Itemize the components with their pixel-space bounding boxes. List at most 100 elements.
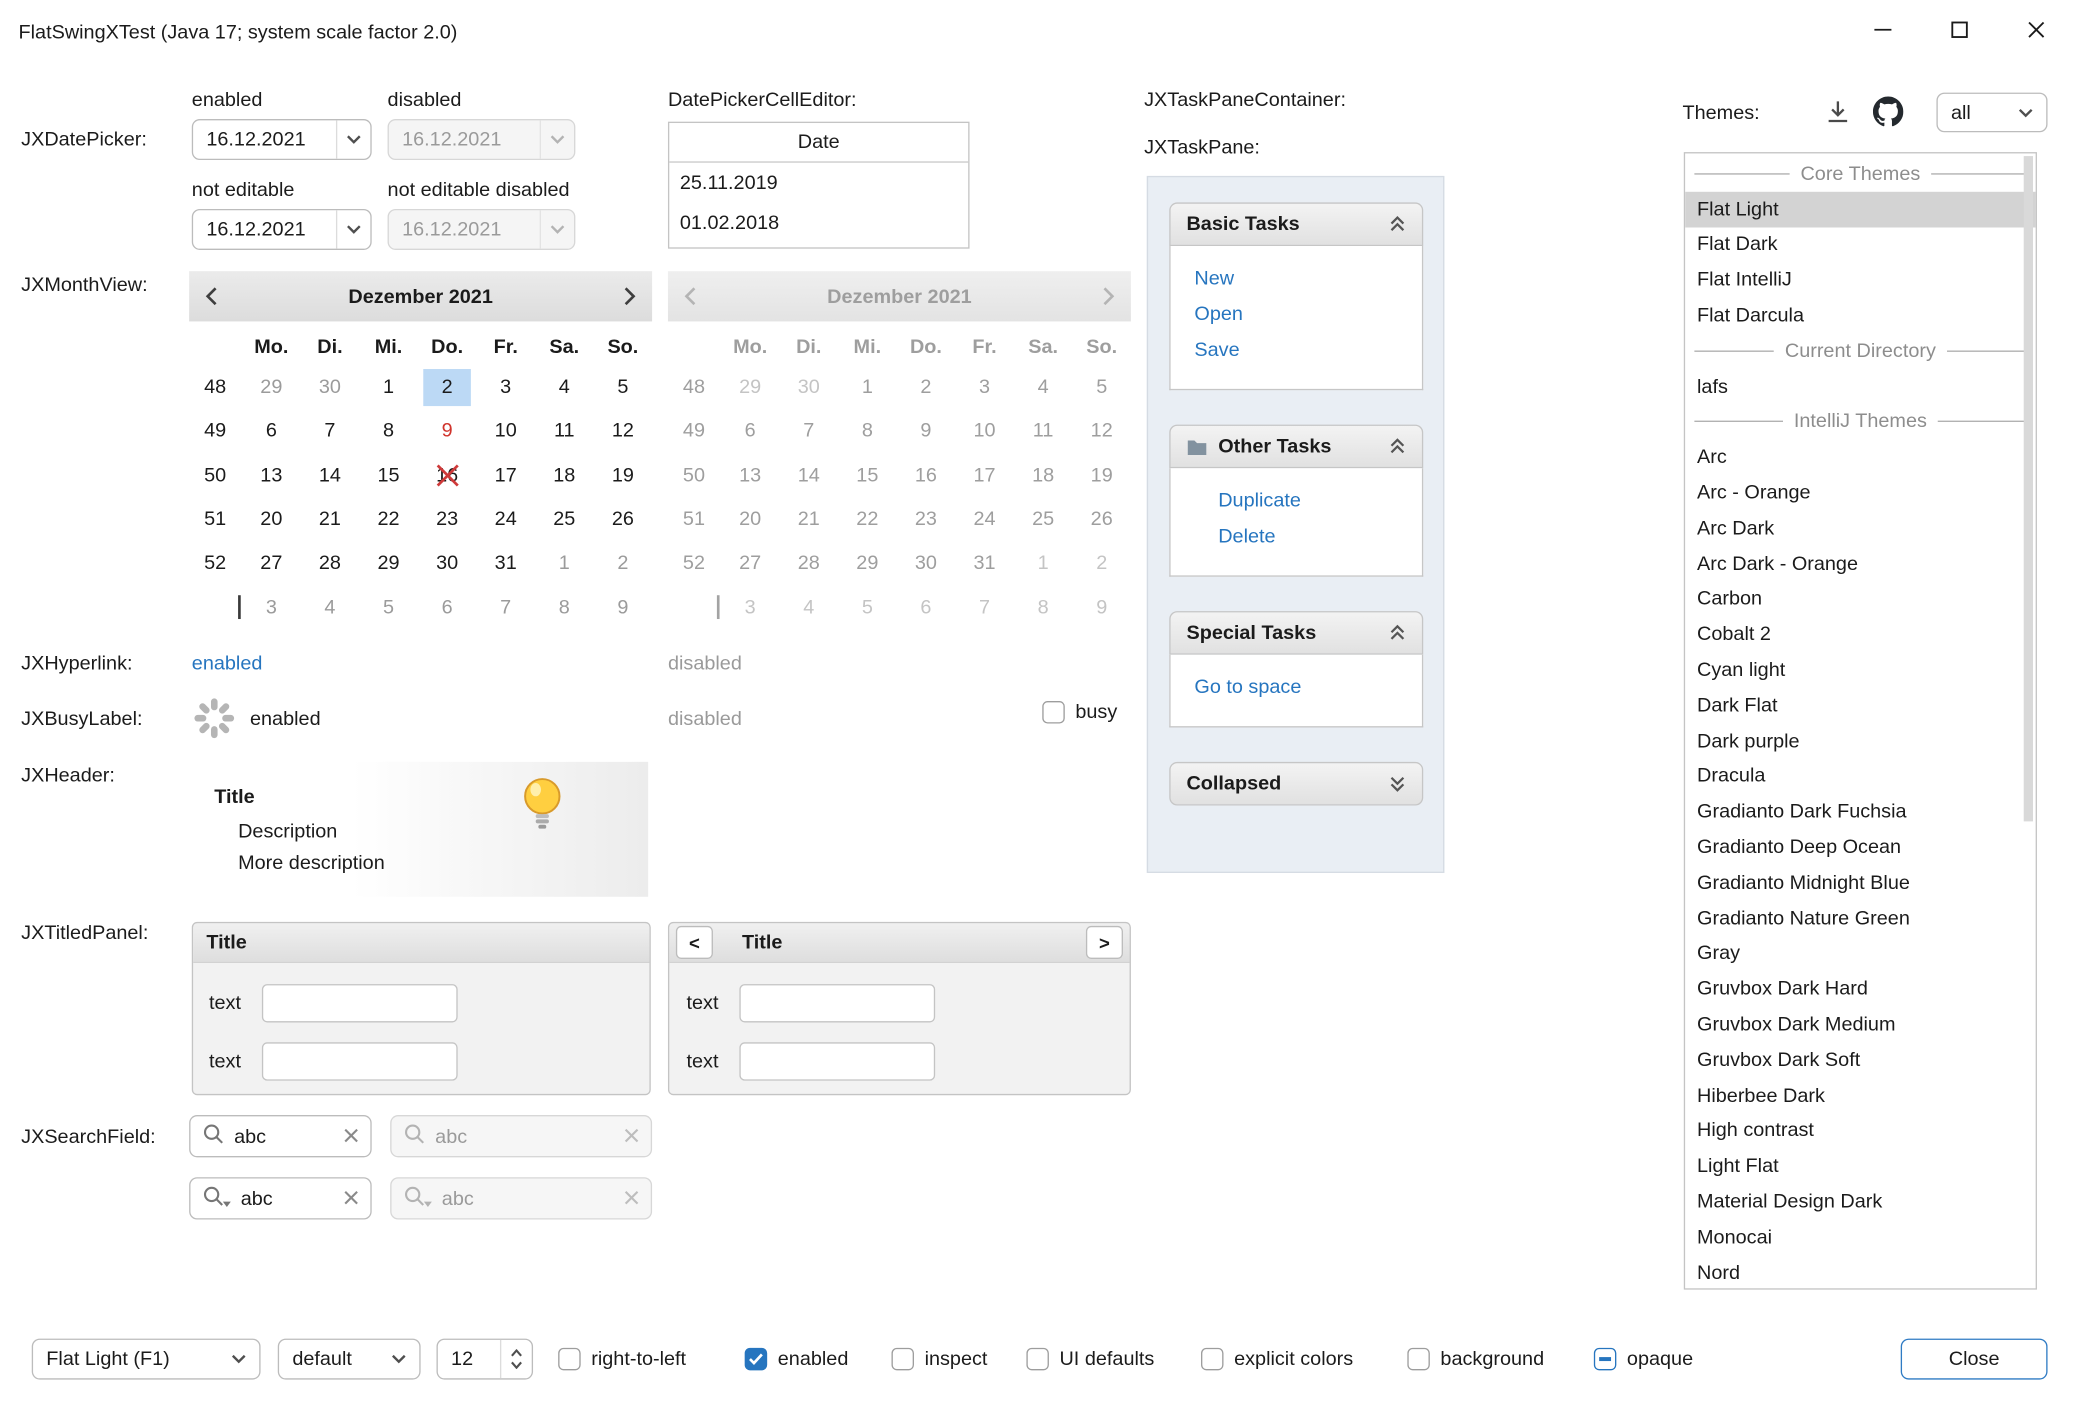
themes-filter-combo[interactable]: all bbox=[1936, 93, 2047, 133]
prev-month-button[interactable] bbox=[205, 286, 218, 307]
minimize-button[interactable] bbox=[1844, 0, 1921, 63]
spinner-down-icon[interactable] bbox=[511, 1361, 523, 1369]
taskpane-action-new[interactable]: New bbox=[1194, 261, 1422, 297]
theme-item-arc-dark-orange[interactable]: Arc Dark - Orange bbox=[1685, 546, 2036, 581]
day-cell[interactable]: 28 bbox=[301, 541, 360, 585]
hyperlink-enabled[interactable]: enabled bbox=[192, 652, 263, 674]
day-cell[interactable]: 18 bbox=[535, 453, 594, 497]
day-cell[interactable]: 10 bbox=[476, 409, 535, 453]
titled-panel-text-input[interactable] bbox=[739, 1042, 935, 1080]
date-column-header[interactable]: Date bbox=[669, 123, 968, 163]
search-field-with-menu-enabled[interactable] bbox=[189, 1177, 372, 1219]
maximize-button[interactable] bbox=[1921, 0, 1998, 63]
taskpane-header[interactable]: Special Tasks bbox=[1169, 611, 1423, 655]
day-cell[interactable]: 20 bbox=[242, 497, 301, 541]
busy-checkbox[interactable]: busy bbox=[1042, 701, 1117, 723]
theme-item-gruvbox-dark-soft[interactable]: Gruvbox Dark Soft bbox=[1685, 1042, 2036, 1077]
taskpane-action-save[interactable]: Save bbox=[1194, 332, 1422, 368]
theme-combo[interactable]: Flat Light (F1) bbox=[32, 1339, 261, 1380]
day-cell[interactable]: 25 bbox=[535, 497, 594, 541]
table-row[interactable]: 25.11.2019 bbox=[669, 163, 968, 203]
day-cell[interactable]: 1 bbox=[359, 365, 418, 409]
checkbox-box[interactable] bbox=[1407, 1348, 1429, 1370]
day-cell[interactable]: 14 bbox=[301, 453, 360, 497]
theme-item-flat-intellij[interactable]: Flat IntelliJ bbox=[1685, 262, 2036, 297]
theme-item-lafs[interactable]: lafs bbox=[1685, 369, 2036, 404]
taskpane-action-open[interactable]: Open bbox=[1194, 296, 1422, 332]
github-button[interactable] bbox=[1873, 97, 1903, 133]
theme-item-material-design-dark[interactable]: Material Design Dark bbox=[1685, 1184, 2036, 1219]
day-cell[interactable]: 29 bbox=[359, 541, 418, 585]
day-cell[interactable]: 1 bbox=[535, 541, 594, 585]
checkbox-right-to-left[interactable]: right-to-left bbox=[558, 1339, 686, 1380]
checkbox-ui-defaults[interactable]: UI defaults bbox=[1026, 1339, 1154, 1380]
day-cell[interactable]: 26 bbox=[594, 497, 653, 541]
checkbox-enabled[interactable]: enabled bbox=[745, 1339, 849, 1380]
day-cell[interactable]: 3 bbox=[242, 585, 301, 629]
checkbox-box[interactable] bbox=[1201, 1348, 1223, 1370]
day-cell[interactable]: 11 bbox=[535, 409, 594, 453]
day-cell[interactable]: 29 bbox=[242, 365, 301, 409]
theme-item-hiberbee-dark[interactable]: Hiberbee Dark bbox=[1685, 1078, 2036, 1113]
day-cell[interactable]: 7 bbox=[301, 409, 360, 453]
theme-item-flat-light[interactable]: Flat Light bbox=[1685, 192, 2036, 227]
day-cell[interactable]: 23 bbox=[418, 497, 477, 541]
checkbox-box[interactable] bbox=[1026, 1348, 1048, 1370]
titled-panel-next-button[interactable]: > bbox=[1086, 926, 1123, 959]
datepicker-dropdown-button[interactable] bbox=[336, 120, 370, 158]
checkbox-opaque[interactable]: opaque bbox=[1594, 1339, 1693, 1380]
day-cell[interactable]: 22 bbox=[359, 497, 418, 541]
day-cell[interactable]: 9 bbox=[594, 585, 653, 629]
checkbox-box[interactable] bbox=[1594, 1348, 1616, 1370]
datepicker-enabled[interactable]: 16.12.2021 bbox=[192, 119, 372, 160]
day-cell[interactable]: 19 bbox=[594, 453, 653, 497]
day-cell[interactable]: 30 bbox=[301, 365, 360, 409]
taskpane-header[interactable]: Other Tasks bbox=[1169, 425, 1423, 469]
titled-panel-text-input[interactable] bbox=[739, 984, 935, 1022]
day-cell[interactable]: 16 bbox=[418, 453, 477, 497]
search-input[interactable] bbox=[241, 1187, 335, 1209]
day-cell[interactable]: 4 bbox=[301, 585, 360, 629]
day-cell[interactable]: 5 bbox=[594, 365, 653, 409]
day-cell[interactable]: 12 bbox=[594, 409, 653, 453]
day-cell[interactable]: 27 bbox=[242, 541, 301, 585]
download-themes-button[interactable] bbox=[1824, 98, 1852, 131]
day-cell[interactable]: 15 bbox=[359, 453, 418, 497]
day-cell[interactable]: 9 bbox=[418, 409, 477, 453]
checkbox-background[interactable]: background bbox=[1407, 1339, 1544, 1380]
theme-item-arc-orange[interactable]: Arc - Orange bbox=[1685, 475, 2036, 510]
clear-icon[interactable] bbox=[344, 1125, 359, 1147]
table-row[interactable]: 01.02.2018 bbox=[669, 202, 968, 242]
clear-icon[interactable] bbox=[344, 1187, 359, 1209]
theme-item-dark-flat[interactable]: Dark Flat bbox=[1685, 688, 2036, 723]
theme-item-flat-darcula[interactable]: Flat Darcula bbox=[1685, 298, 2036, 333]
monthview-enabled[interactable]: Dezember 2021Mo.Di.Mi.Do.Fr.Sa.So.482930… bbox=[189, 271, 652, 635]
taskpane-action-go-to-space[interactable]: Go to space bbox=[1194, 669, 1422, 705]
theme-item-high-contrast[interactable]: High contrast bbox=[1685, 1113, 2036, 1148]
day-cell[interactable]: 7 bbox=[476, 585, 535, 629]
theme-item-monocai[interactable]: Monocai bbox=[1685, 1219, 2036, 1254]
theme-item-gray[interactable]: Gray bbox=[1685, 936, 2036, 971]
titled-panel-prev-button[interactable]: < bbox=[676, 926, 713, 959]
day-cell[interactable]: 6 bbox=[242, 409, 301, 453]
theme-item-gradianto-dark-fuchsia[interactable]: Gradianto Dark Fuchsia bbox=[1685, 794, 2036, 829]
day-cell[interactable]: 30 bbox=[418, 541, 477, 585]
checkbox-box[interactable] bbox=[891, 1348, 913, 1370]
theme-item-arc[interactable]: Arc bbox=[1685, 440, 2036, 475]
theme-item-cobalt-2[interactable]: Cobalt 2 bbox=[1685, 617, 2036, 652]
theme-item-cyan-light[interactable]: Cyan light bbox=[1685, 652, 2036, 687]
theme-item-arc-dark[interactable]: Arc Dark bbox=[1685, 511, 2036, 546]
theme-item-flat-dark[interactable]: Flat Dark bbox=[1685, 227, 2036, 262]
theme-item-carbon[interactable]: Carbon bbox=[1685, 581, 2036, 616]
taskpane-action-delete[interactable]: Delete bbox=[1218, 518, 1422, 554]
search-field-enabled[interactable] bbox=[189, 1115, 372, 1157]
font-size-value[interactable]: 12 bbox=[438, 1340, 500, 1378]
day-cell[interactable]: 2 bbox=[594, 541, 653, 585]
theme-item-light-flat[interactable]: Light Flat bbox=[1685, 1149, 2036, 1184]
theme-item-dracula[interactable]: Dracula bbox=[1685, 759, 2036, 794]
datepicker-value[interactable]: 16.12.2021 bbox=[193, 128, 336, 150]
checkbox-box[interactable] bbox=[558, 1348, 580, 1370]
titled-panel-text-input[interactable] bbox=[262, 1042, 458, 1080]
checkbox-inspect[interactable]: inspect bbox=[891, 1339, 987, 1380]
checkbox-box[interactable] bbox=[745, 1348, 767, 1370]
